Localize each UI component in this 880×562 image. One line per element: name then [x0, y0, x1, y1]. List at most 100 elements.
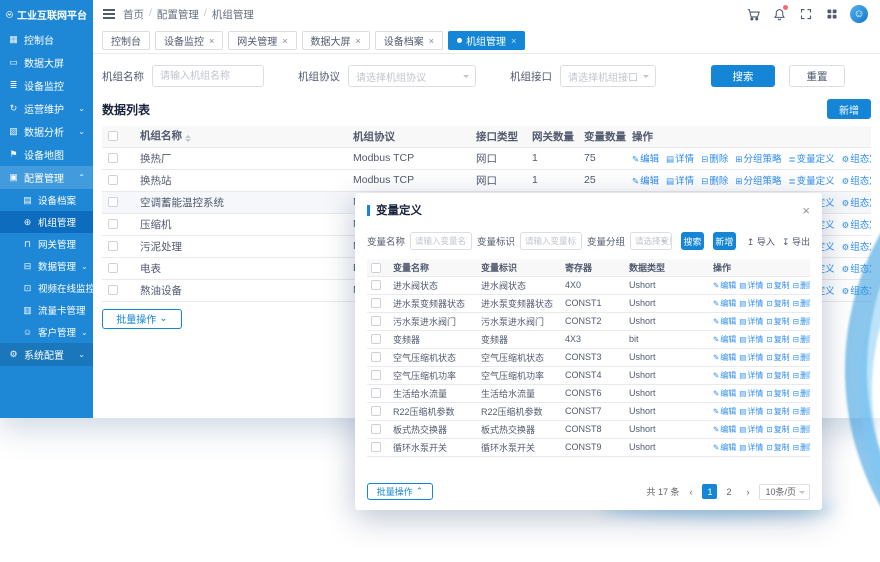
sidebar-item-gateway[interactable]: ⊓网关管理 [0, 233, 93, 255]
scada-define-link[interactable]: ⚙组态定义 [842, 154, 871, 165]
var-copy-link[interactable]: ⊡复制 [766, 353, 789, 362]
tab-gateway[interactable]: 网关管理× [228, 31, 296, 50]
var-detail-link[interactable]: ▤详情 [739, 443, 763, 452]
var-detail-link[interactable]: ▤详情 [739, 425, 763, 434]
add-unit-button[interactable]: 新增 [827, 99, 871, 119]
row-checkbox[interactable] [108, 219, 118, 229]
detail-link[interactable]: ▤详情 [666, 176, 694, 187]
grid-icon[interactable] [824, 7, 839, 22]
var-copy-link[interactable]: ⊡复制 [766, 317, 789, 326]
tab-device-monitor[interactable]: 设备监控× [155, 31, 223, 50]
var-delete-link[interactable]: ⊟删除 [793, 425, 810, 434]
sidebar-item-device-archive[interactable]: ▤设备档案 [0, 189, 93, 211]
var-delete-link[interactable]: ⊟删除 [793, 443, 810, 452]
var-edit-link[interactable]: ✎编辑 [713, 317, 736, 326]
row-checkbox[interactable] [108, 285, 118, 295]
edit-link[interactable]: ✎编辑 [632, 154, 659, 165]
detail-link[interactable]: ▤详情 [666, 154, 694, 165]
var-copy-link[interactable]: ⊡复制 [766, 281, 789, 290]
var-edit-link[interactable]: ✎编辑 [713, 407, 736, 416]
batch-action-button[interactable]: 批量操作⌄ [102, 309, 182, 329]
var-add-button[interactable]: 新增 [713, 232, 736, 250]
var-detail-link[interactable]: ▤详情 [739, 407, 763, 416]
var-row-checkbox[interactable] [371, 316, 381, 326]
unit-protocol-select[interactable]: 请选择机组协议 [348, 65, 476, 87]
tab-data-screen[interactable]: 数据大屏× [302, 31, 370, 50]
var-edit-link[interactable]: ✎编辑 [713, 389, 736, 398]
group-policy-link[interactable]: ⊞分组策略 [735, 154, 781, 165]
var-name-input[interactable] [410, 232, 472, 250]
var-delete-link[interactable]: ⊟删除 [793, 335, 810, 344]
var-delete-link[interactable]: ⊟删除 [793, 281, 810, 290]
var-edit-link[interactable]: ✎编辑 [713, 335, 736, 344]
var-search-button[interactable]: 搜索 [681, 232, 704, 250]
sidebar-item-data-analysis[interactable]: ▧数据分析⌄ [0, 120, 93, 143]
group-policy-link[interactable]: ⊞分组策略 [735, 176, 781, 187]
cart-icon[interactable] [746, 7, 761, 22]
var-detail-link[interactable]: ▤详情 [739, 281, 763, 290]
scada-define-link[interactable]: ⚙组态定义 [842, 242, 871, 253]
var-copy-link[interactable]: ⊡复制 [766, 299, 789, 308]
var-edit-link[interactable]: ✎编辑 [713, 425, 736, 434]
bell-icon[interactable] [772, 7, 787, 22]
close-icon[interactable]: × [802, 204, 810, 217]
sidebar-item-video[interactable]: ⊡视频在线监控 [0, 277, 93, 299]
sidebar-item-sim-card[interactable]: ▥流量卡管理 [0, 299, 93, 321]
next-page-button[interactable]: › [740, 484, 755, 499]
var-edit-link[interactable]: ✎编辑 [713, 443, 736, 452]
var-delete-link[interactable]: ⊟删除 [793, 299, 810, 308]
var-row-checkbox[interactable] [371, 388, 381, 398]
var-delete-link[interactable]: ⊟删除 [793, 317, 810, 326]
scada-define-link[interactable]: ⚙组态定义 [842, 176, 871, 187]
breadcrumb-item[interactable]: 首页 [123, 7, 144, 22]
var-id-input[interactable] [520, 232, 582, 250]
scada-define-link[interactable]: ⚙组态定义 [842, 220, 871, 231]
sidebar-item-config[interactable]: ▣配置管理⌃ [0, 166, 93, 189]
sidebar-item-device-monitor[interactable]: ≣设备监控 [0, 74, 93, 97]
scada-define-link[interactable]: ⚙组态定义 [842, 286, 871, 297]
var-delete-link[interactable]: ⊟删除 [793, 389, 810, 398]
var-detail-link[interactable]: ▤详情 [739, 335, 763, 344]
page-button-2[interactable]: 2 [721, 484, 736, 499]
export-link[interactable]: ↧ 导出 [782, 235, 810, 248]
close-tab-icon[interactable]: × [209, 36, 214, 46]
sidebar-item-system[interactable]: ⚙系统配置⌄ [0, 343, 93, 366]
var-copy-link[interactable]: ⊡复制 [766, 407, 789, 416]
page-size-select[interactable]: 10条/页 [759, 484, 810, 500]
var-detail-link[interactable]: ▤详情 [739, 353, 763, 362]
var-copy-link[interactable]: ⊡复制 [766, 443, 789, 452]
breadcrumb-item[interactable]: 配置管理 [157, 7, 199, 22]
var-detail-link[interactable]: ▤详情 [739, 317, 763, 326]
var-edit-link[interactable]: ✎编辑 [713, 371, 736, 380]
var-row-checkbox[interactable] [371, 352, 381, 362]
var-copy-link[interactable]: ⊡复制 [766, 335, 789, 344]
unit-name-input[interactable] [152, 65, 264, 87]
select-all-checkbox[interactable] [108, 131, 118, 141]
fullscreen-icon[interactable] [798, 7, 813, 22]
edit-link[interactable]: ✎编辑 [632, 176, 659, 187]
var-detail-link[interactable]: ▤详情 [739, 389, 763, 398]
var-edit-link[interactable]: ✎编辑 [713, 281, 736, 290]
var-group-select[interactable]: 请选择变量分组 [630, 232, 672, 250]
sidebar-item-customer[interactable]: ☺客户管理⌄ [0, 321, 93, 343]
sidebar-item-unit[interactable]: ⊕机组管理 [0, 211, 93, 233]
sidebar-item-data-screen[interactable]: ▭数据大屏 [0, 51, 93, 74]
var-delete-link[interactable]: ⊟删除 [793, 371, 810, 380]
delete-link[interactable]: ⊟删除 [701, 176, 728, 187]
scada-define-link[interactable]: ⚙组态定义 [842, 198, 871, 209]
user-avatar[interactable]: ☺ [850, 5, 868, 23]
var-row-checkbox[interactable] [371, 334, 381, 344]
var-copy-link[interactable]: ⊡复制 [766, 425, 789, 434]
var-row-checkbox[interactable] [371, 280, 381, 290]
row-checkbox[interactable] [108, 153, 118, 163]
var-batch-action-button[interactable]: 批量操作⌃ [367, 483, 433, 500]
var-row-checkbox[interactable] [371, 442, 381, 452]
var-copy-link[interactable]: ⊡复制 [766, 371, 789, 380]
tab-console[interactable]: 控制台 [102, 31, 150, 50]
variable-define-link[interactable]: ≣变量定义 [788, 154, 834, 165]
prev-page-button[interactable]: ‹ [683, 484, 698, 499]
row-checkbox[interactable] [108, 263, 118, 273]
unit-port-select[interactable]: 请选择机组接口 [560, 65, 656, 87]
close-tab-icon[interactable]: × [429, 36, 434, 46]
var-edit-link[interactable]: ✎编辑 [713, 353, 736, 362]
